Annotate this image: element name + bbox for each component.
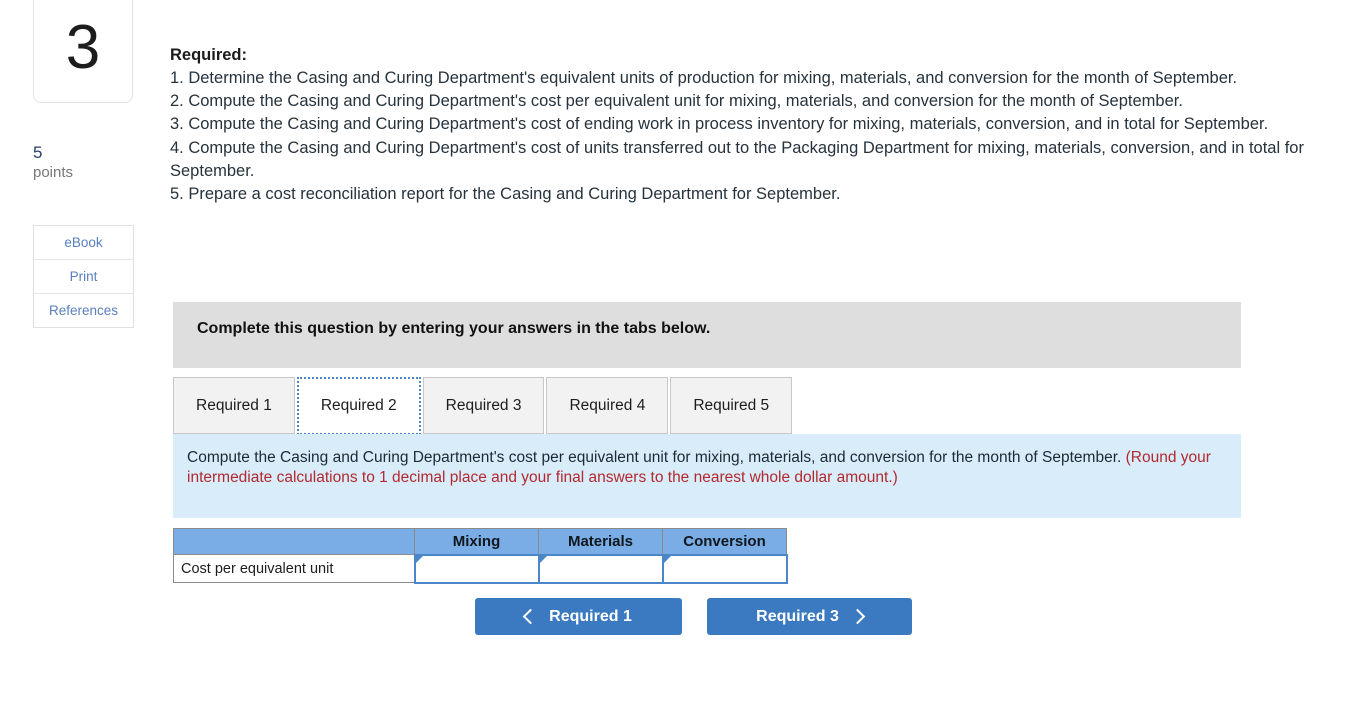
- print-button[interactable]: Print: [34, 260, 133, 294]
- requirements-list: 1. Determine the Casing and Curing Depar…: [170, 67, 1342, 206]
- cell-marker-icon: [539, 555, 547, 563]
- cell-marker-icon: [415, 555, 423, 563]
- requirement-tabs: Required 1 Required 2 Required 3 Require…: [173, 377, 794, 435]
- table-header-mixing: Mixing: [414, 528, 539, 555]
- required-heading: Required:: [170, 46, 248, 64]
- input-cell-mixing[interactable]: [413, 553, 540, 584]
- table-header-blank: [173, 528, 415, 555]
- tab-required-5[interactable]: Required 5: [670, 377, 793, 434]
- tab-required-2[interactable]: Required 2: [296, 377, 421, 435]
- cell-marker-icon: [663, 555, 671, 563]
- table-header-conversion: Conversion: [662, 528, 787, 555]
- question-main: Required: 1. Determine the Casing and Cu…: [168, 0, 1362, 701]
- tab-instruction-text: Compute the Casing and Curing Department…: [187, 448, 1223, 487]
- tab-required-1[interactable]: Required 1: [173, 377, 295, 434]
- requirement-item: 4. Compute the Casing and Curing Departm…: [170, 138, 1304, 180]
- input-cell-materials[interactable]: [537, 553, 664, 584]
- tab-instruction-panel: Compute the Casing and Curing Department…: [173, 434, 1241, 518]
- table-header-row: Mixing Materials Conversion: [173, 528, 787, 555]
- question-number: 3: [65, 13, 101, 82]
- next-required-label: Required 3: [756, 607, 839, 625]
- question-sidebar: 3 5 points eBook Print References: [0, 0, 168, 701]
- points-label: points: [33, 164, 74, 181]
- prev-required-label: Required 1: [549, 607, 632, 625]
- requirement-item: 3. Compute the Casing and Curing Departm…: [170, 115, 1269, 134]
- ebook-button[interactable]: eBook: [34, 226, 133, 260]
- tab-instruction-primary: Compute the Casing and Curing Department…: [187, 449, 1122, 466]
- chevron-left-icon: [522, 608, 539, 625]
- materials-input[interactable]: [539, 555, 662, 582]
- conversion-input[interactable]: [663, 555, 786, 582]
- chevron-right-icon: [849, 608, 866, 625]
- requirement-item: 1. Determine the Casing and Curing Depar…: [170, 69, 1238, 87]
- question-number-box: 3: [33, 0, 133, 103]
- input-cell-conversion[interactable]: [661, 553, 788, 584]
- tab-required-3[interactable]: Required 3: [422, 377, 545, 434]
- tool-list: eBook Print References: [33, 225, 134, 328]
- instruction-banner: Complete this question by entering your …: [173, 302, 1241, 368]
- navigation-buttons: Required 1 Required 3: [475, 598, 912, 635]
- references-button[interactable]: References: [34, 294, 133, 327]
- instruction-banner-text: Complete this question by entering your …: [197, 320, 711, 337]
- requirement-item: 5. Prepare a cost reconciliation report …: [170, 185, 841, 204]
- points-value: 5: [33, 143, 43, 162]
- prev-required-button[interactable]: Required 1: [475, 598, 682, 635]
- answer-table: Mixing Materials Conversion Cost per equ…: [173, 528, 788, 584]
- table-row: Cost per equivalent unit: [173, 553, 788, 584]
- mixing-input[interactable]: [415, 555, 538, 582]
- requirement-item: 2. Compute the Casing and Curing Departm…: [170, 92, 1183, 111]
- next-required-button[interactable]: Required 3: [707, 598, 912, 635]
- tab-required-4[interactable]: Required 4: [546, 377, 669, 434]
- points-block: 5 points: [33, 143, 143, 183]
- row-label-cost-per-equivalent-unit: Cost per equivalent unit: [173, 554, 415, 583]
- table-header-materials: Materials: [538, 528, 663, 555]
